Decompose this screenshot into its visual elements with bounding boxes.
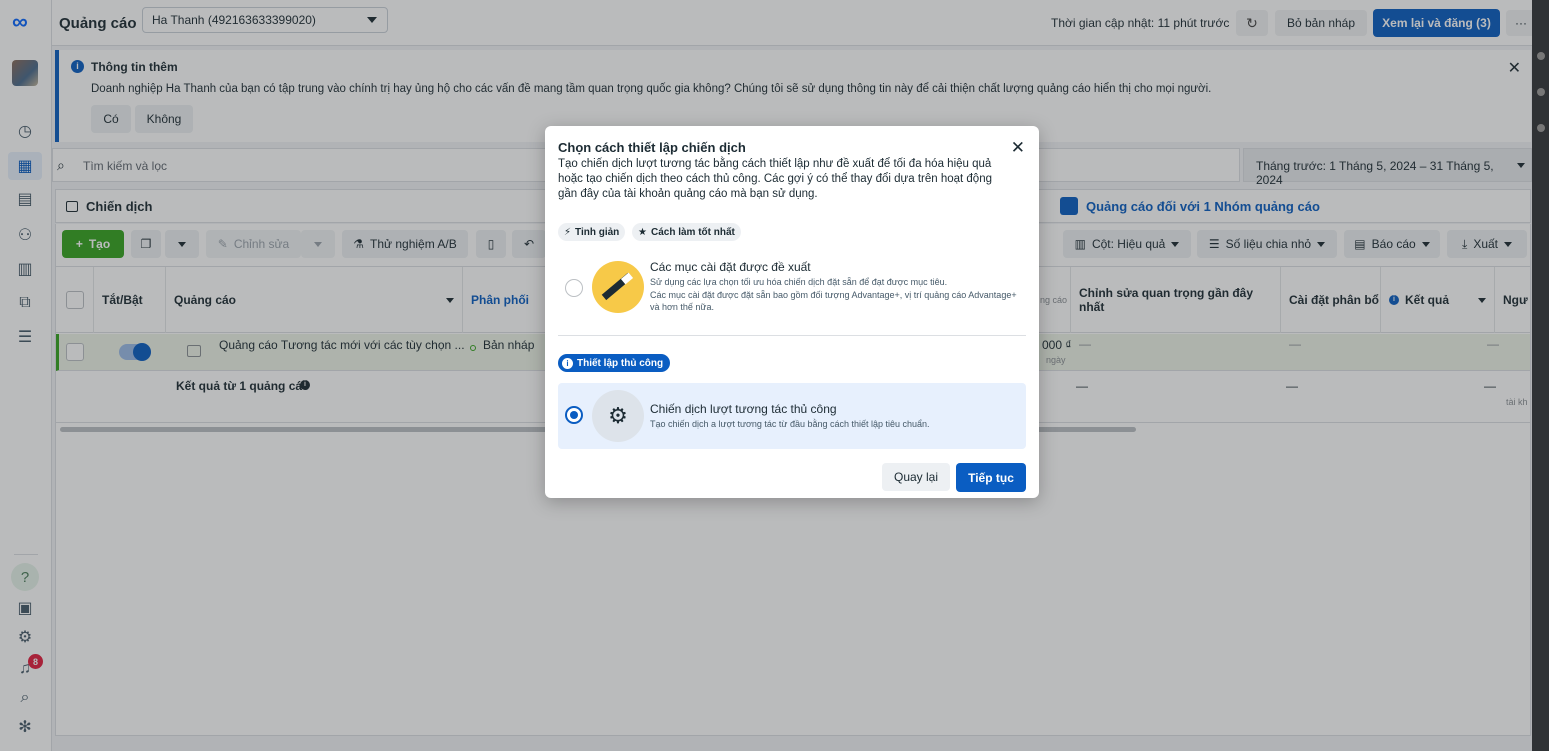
recommended-line2: Các mục cài đặt được đặt sẵn bao gồm đối… <box>650 290 1017 312</box>
streamlined-label: Tinh giản <box>575 226 620 238</box>
gear-icon: ⚙ <box>592 390 644 442</box>
manual-title: Chiến dịch lượt tương tác thủ công <box>650 402 837 416</box>
recommended-line1: Sử dụng các lựa chọn tối ưu hóa chiến dị… <box>650 277 948 287</box>
best-practice-chip: ★ Cách làm tốt nhất <box>632 223 741 241</box>
manual-desc: Tạo chiến dịch a lượt tương tác từ đầu b… <box>650 419 930 429</box>
dialog-description: Tạo chiến dịch lượt tương tác bằng cách … <box>558 158 992 200</box>
lightning-icon: ⚡ <box>564 226 572 238</box>
strip-dot-icon <box>1537 88 1545 96</box>
right-side-strip <box>1532 0 1549 751</box>
info-icon: i <box>562 357 573 369</box>
recommended-radio[interactable] <box>565 279 583 297</box>
manual-setup-label: Thiết lập thủ công <box>577 357 664 369</box>
recommended-title: Các mục cài đặt được đề xuất <box>650 260 811 274</box>
close-icon[interactable]: ✕ <box>1011 138 1025 158</box>
strip-dot-icon <box>1537 52 1545 60</box>
manual-campaign-option[interactable]: ⚙ Chiến dịch lượt tương tác thủ công Tạo… <box>558 383 1026 449</box>
continue-button[interactable]: Tiếp tục <box>956 463 1026 492</box>
back-button[interactable]: Quay lại <box>882 463 950 491</box>
dialog-title: Chọn cách thiết lập chiến dịch <box>558 140 746 155</box>
manual-setup-pill: i Thiết lập thủ công <box>558 354 671 372</box>
best-practice-label: Cách làm tốt nhất <box>650 226 735 238</box>
magic-wand-icon <box>592 261 644 313</box>
strip-dot-icon <box>1537 124 1545 132</box>
star-icon: ★ <box>638 226 647 238</box>
recommended-settings-option[interactable]: Các mục cài đặt được đề xuất Sử dụng các… <box>558 253 1026 325</box>
dialog-divider <box>558 335 1026 336</box>
radio-dot <box>570 411 578 419</box>
campaign-setup-dialog: Chọn cách thiết lập chiến dịch ✕ Tạo chi… <box>545 126 1039 498</box>
manual-radio[interactable] <box>565 406 583 424</box>
streamlined-chip: ⚡ Tinh giản <box>558 223 626 241</box>
